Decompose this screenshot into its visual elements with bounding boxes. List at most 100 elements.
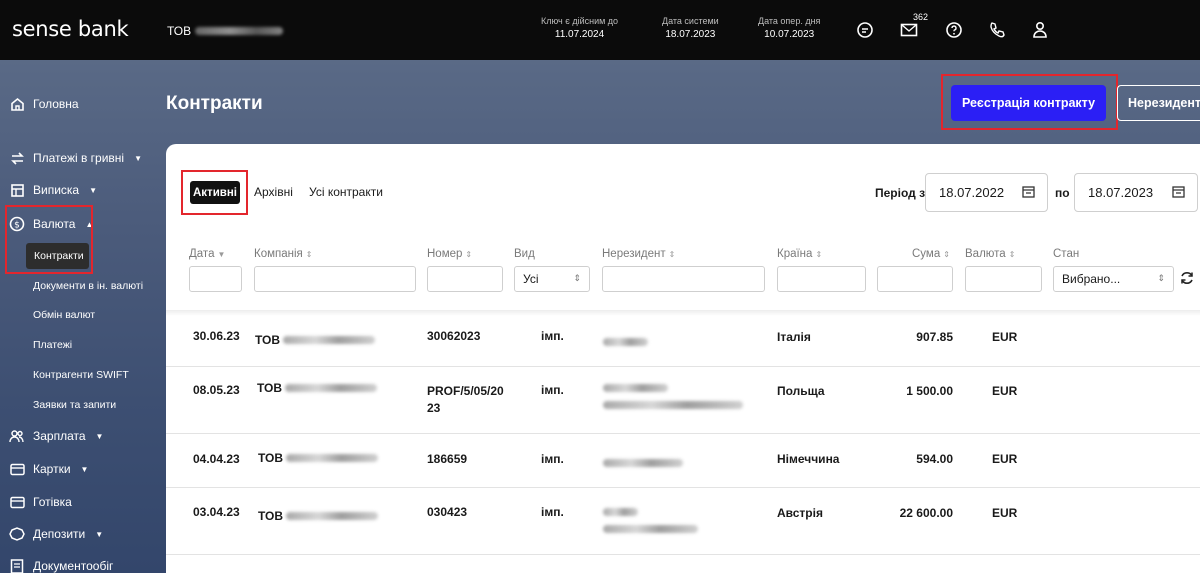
select-arrows-icon: ⇕ <box>573 273 581 283</box>
column-header-company[interactable]: Компанія ⇕ <box>254 248 312 260</box>
redacted-text <box>603 525 698 533</box>
sidebar-subitem-fx-payments[interactable]: Платежі <box>33 339 72 351</box>
register-contract-button[interactable]: Реєстрація контракту <box>951 85 1106 121</box>
sort-icon: ⇕ <box>943 250 950 259</box>
header-divider <box>166 310 1200 316</box>
period-to-input[interactable]: 18.07.2023 <box>1074 173 1198 212</box>
row-divider <box>166 433 1200 434</box>
tab-all-contracts[interactable]: Усі контракти <box>309 185 383 199</box>
user-icon[interactable] <box>1028 18 1052 42</box>
column-header-nonresident[interactable]: Нерезидент ⇕ <box>602 248 675 260</box>
column-header-state: Стан <box>1053 248 1080 260</box>
row-company: ТОВ <box>257 380 378 397</box>
calendar-icon[interactable] <box>1172 185 1185 201</box>
period-from-input[interactable]: 18.07.2022 <box>925 173 1048 212</box>
row-date: 08.05.23 <box>193 383 240 397</box>
column-header-date[interactable]: Дата ▼ <box>189 248 225 260</box>
calendar-icon[interactable] <box>1022 185 1035 201</box>
sidebar-item-salary[interactable]: Зарплата ▼ <box>9 428 103 444</box>
row-nonresident <box>603 508 698 533</box>
column-header-amount[interactable]: Сума ⇕ <box>912 248 950 260</box>
sidebar-item-label: Готівка <box>33 495 72 509</box>
phone-icon[interactable] <box>985 18 1009 42</box>
cash-icon <box>9 494 25 510</box>
row-number: 186659 <box>427 452 468 466</box>
sidebar-subitem-fx-exchange[interactable]: Обмін валют <box>33 309 95 321</box>
card-icon <box>9 461 25 477</box>
company-name[interactable]: ТОВ <box>167 24 284 38</box>
filter-country-input[interactable] <box>777 266 866 292</box>
redacted-text <box>285 384 378 392</box>
filter-number-input[interactable] <box>427 266 503 292</box>
filter-company-input[interactable] <box>254 266 416 292</box>
redacted-text <box>603 459 683 467</box>
filter-state-select[interactable]: Вибрано... ⇕ <box>1053 266 1174 292</box>
sidebar-item-payments-uah[interactable]: Платежі в гривні ▼ <box>9 150 142 166</box>
sidebar-item-statement[interactable]: Виписка ▼ <box>9 182 97 198</box>
key-validity-label: Ключ є дійсним до <box>541 16 619 26</box>
row-nonresident <box>603 384 743 409</box>
filter-amount-input[interactable] <box>877 266 953 292</box>
row-date: 30.06.23 <box>193 329 240 343</box>
sidebar-item-cash[interactable]: Готівка <box>9 494 72 510</box>
row-currency: EUR <box>992 384 1018 398</box>
period-from-label: Період з <box>875 186 926 200</box>
operation-day: Дата опер. дня 10.07.2023 <box>758 15 820 41</box>
tab-archived[interactable]: Архівні <box>254 185 293 199</box>
row-date: 03.04.23 <box>193 505 240 519</box>
people-icon <box>9 428 25 444</box>
row-divider <box>166 366 1200 367</box>
document-icon <box>9 558 25 573</box>
company-prefix: ТОВ <box>167 24 192 38</box>
filter-type-select[interactable]: Усі ⇕ <box>514 266 590 292</box>
operation-day-label: Дата опер. дня <box>758 16 821 26</box>
row-type: імп. <box>541 505 564 519</box>
company-name-redacted <box>195 27 284 35</box>
help-icon[interactable] <box>942 18 966 42</box>
period-from-value: 18.07.2022 <box>939 185 1005 200</box>
filter-date-input[interactable] <box>189 266 242 292</box>
sidebar-subitem-swift-counterparties[interactable]: Контрагенти SWIFT <box>33 369 129 381</box>
sidebar-item-cards[interactable]: Картки ▼ <box>9 461 88 477</box>
sidebar-subitem-requests[interactable]: Заявки та запити <box>33 399 116 411</box>
row-divider <box>166 554 1200 555</box>
chevron-down-icon: ▼ <box>134 153 143 163</box>
chat-icon[interactable] <box>853 18 877 42</box>
deposit-icon <box>9 526 25 542</box>
sidebar-item-home[interactable]: Головна <box>9 96 79 112</box>
row-currency: EUR <box>992 452 1018 466</box>
column-header-number[interactable]: Номер ⇕ <box>427 248 472 260</box>
system-date-value: 18.07.2023 <box>665 29 716 40</box>
sidebar-item-label: Платежі в гривні <box>33 151 125 165</box>
row-number: PROF/5/05/2023 <box>427 384 504 415</box>
row-amount: 594.00 <box>916 452 953 466</box>
column-header-country[interactable]: Країна ⇕ <box>777 248 822 260</box>
top-bar: sense bank ТОВ Ключ є дійсним до 11.07.2… <box>0 0 1200 60</box>
row-type: імп. <box>541 329 564 343</box>
row-currency: EUR <box>992 506 1018 520</box>
filter-currency-input[interactable] <box>965 266 1042 292</box>
transfer-icon <box>9 150 25 166</box>
redacted-text <box>286 454 379 462</box>
chevron-down-icon: ▼ <box>95 529 104 539</box>
key-validity-value: 11.07.2024 <box>554 29 605 40</box>
redacted-text <box>603 338 648 346</box>
filter-type-value: Усі <box>523 272 539 286</box>
row-type: імп. <box>541 452 564 466</box>
operation-day-value: 10.07.2023 <box>764 29 815 40</box>
row-date: 04.04.23 <box>193 452 240 466</box>
sidebar-item-label: Документообіг <box>33 559 114 573</box>
column-header-currency[interactable]: Валюта ⇕ <box>965 248 1015 260</box>
row-currency: EUR <box>992 330 1018 344</box>
sidebar-item-document-flow[interactable]: Документообіг <box>9 558 113 573</box>
sidebar-item-deposits[interactable]: Депозити ▼ <box>9 526 103 542</box>
filter-nonresident-input[interactable] <box>602 266 765 292</box>
nonresidents-button[interactable]: Нерезиденти <box>1117 85 1200 121</box>
redacted-text <box>286 512 379 520</box>
refresh-icon[interactable] <box>1179 270 1195 289</box>
chevron-down-icon: ▼ <box>95 431 104 441</box>
row-country: Австрія <box>777 506 823 520</box>
row-country: Німеччина <box>777 452 840 466</box>
statement-icon <box>9 182 25 198</box>
sidebar-subitem-fx-documents[interactable]: Документи в ін. валюті <box>33 280 143 292</box>
